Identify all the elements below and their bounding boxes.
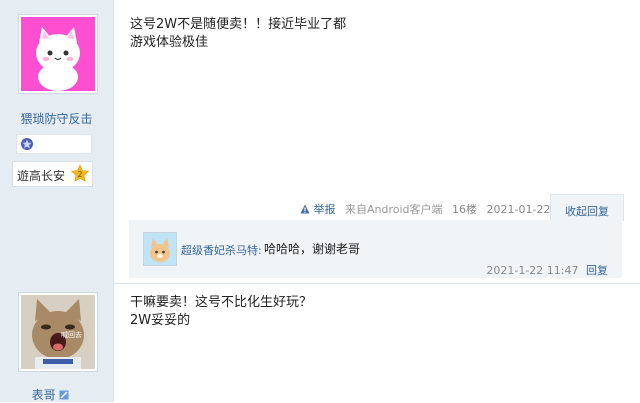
post-content-line: 干嘛要卖！这号不比化生好玩？ [130,295,313,310]
post-content-line: 游戏体验极佳 [130,35,209,50]
floor-number: 16楼 [452,203,478,216]
reply-username[interactable]: 超级香妃杀马特: [181,242,262,258]
cat-avatar-image: 喊回去 [21,295,95,369]
avatar[interactable] [18,14,98,94]
level-badge-icon: 2 [70,164,90,182]
collapse-reply-tab[interactable]: 收起回复 [550,194,624,221]
avatar[interactable]: 喊回去 [18,292,98,372]
cat-avatar-icon [144,233,176,265]
user-title: 遊高长安 [17,169,66,183]
report-link[interactable]: 举报 [300,203,339,216]
author-username[interactable]: 猥琐防守反击 [0,110,113,127]
post-content-line: 这号2W不是随便卖！！接近毕业了都 [130,17,347,32]
reply-button[interactable]: 回复 [586,264,608,277]
author-username[interactable]: 表哥 [0,386,107,403]
post-meta: 举报 来自Android客户端 16楼 2021-01-22 11:44 [300,201,586,217]
medal-bar [16,134,92,154]
reply-time: 2021-1-22 11:47 [486,264,579,277]
avatar-caption: 喊回去 [61,330,82,339]
report-label[interactable]: 举报 [314,203,336,216]
cat-avatar-image [21,17,95,91]
client-source[interactable]: 来自Android客户端 [345,203,443,216]
user-title-box: 遊高长安 2 [12,161,93,187]
edit-icon [59,390,69,400]
sidebar-divider [113,0,114,402]
author-username-text[interactable]: 表哥 [32,388,56,402]
post-divider [114,283,640,284]
collapse-reply-label[interactable]: 收起回复 [565,203,609,219]
reply-text: 哈哈哈，谢谢老哥 [264,242,361,256]
reply-avatar[interactable] [143,232,177,266]
screaming-cat-icon: 喊回去 [21,295,95,369]
reply-box: 超级香妃杀马特: 哈哈哈，谢谢老哥 2021-1-22 11:47 回复 [129,220,622,278]
reply-meta: 2021-1-22 11:47 回复 [486,262,608,278]
cat-avatar-icon [21,17,95,91]
post-content-line: 2W妥妥的 [130,313,191,328]
level-number: 2 [77,170,82,179]
medal-icon[interactable] [20,137,34,151]
warning-icon [300,204,310,214]
